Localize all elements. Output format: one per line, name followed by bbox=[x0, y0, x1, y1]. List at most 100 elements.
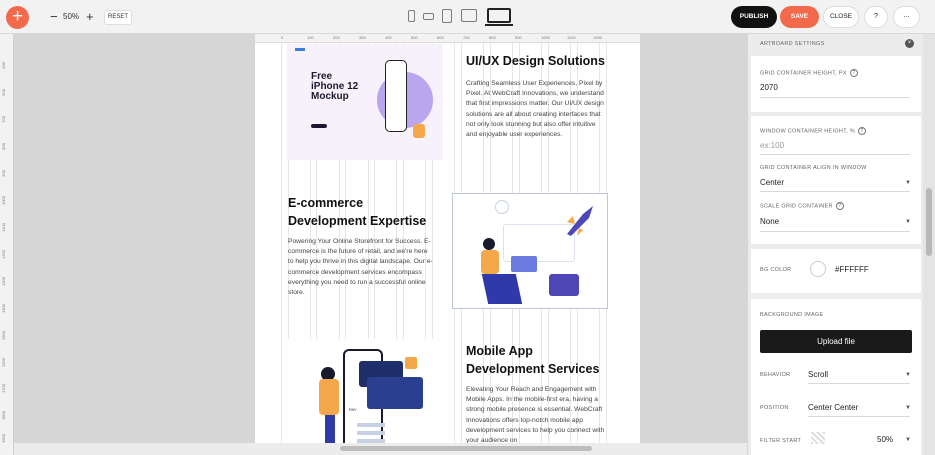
ruler-tick: 1100 bbox=[567, 35, 576, 40]
grid-height-label-text: GRID CONTAINER HEIGHT, PX bbox=[760, 70, 847, 77]
input-underline bbox=[760, 97, 910, 98]
mockup-heading: Free iPhone 12 Mockup bbox=[311, 72, 358, 102]
window-height-label-text: WINDOW CONTAINER HEIGHT, % bbox=[760, 128, 856, 135]
ruler-tick: 300 bbox=[359, 35, 366, 40]
mockup-line: Mockup bbox=[311, 91, 349, 102]
ruler-tick: 900 bbox=[1, 170, 6, 177]
ruler-tick: 100 bbox=[307, 35, 314, 40]
color-swatch[interactable] bbox=[810, 261, 826, 277]
align-select[interactable]: Center bbox=[760, 178, 784, 187]
desktop-icon[interactable] bbox=[487, 8, 511, 23]
coins-icon bbox=[413, 124, 425, 138]
ruler-tick: 1900 bbox=[1, 434, 6, 443]
reset-zoom-button[interactable]: RESET bbox=[104, 10, 132, 25]
ruler-tick: 400 bbox=[385, 35, 392, 40]
grid-height-section: GRID CONTAINER HEIGHT, PX? 2070 bbox=[751, 56, 921, 112]
close-panel-icon[interactable]: × bbox=[905, 39, 914, 48]
horizontal-scroll-thumb[interactable] bbox=[340, 446, 592, 451]
credit-card-back-icon bbox=[367, 377, 423, 409]
pay-label: PAY bbox=[349, 407, 357, 412]
ecommerce-heading-line: Development Expertise bbox=[288, 214, 427, 228]
iphone-mockup-image[interactable]: Free iPhone 12 Mockup bbox=[287, 44, 443, 160]
info-icon[interactable]: ? bbox=[835, 202, 844, 210]
panel-header: ARTBOARD SETTINGS × bbox=[751, 34, 921, 52]
chevron-down-icon: ▼ bbox=[905, 405, 911, 411]
person-legs bbox=[481, 274, 523, 304]
phone-landscape-icon[interactable] bbox=[423, 13, 434, 20]
ruler-tick: 700 bbox=[1, 116, 6, 123]
grid-height-input[interactable]: 2070 bbox=[760, 83, 778, 92]
list-line bbox=[357, 431, 385, 435]
horizontal-ruler: 0 100 200 300 400 500 600 700 800 900 10… bbox=[255, 34, 640, 43]
behavior-select[interactable]: Scroll bbox=[808, 370, 828, 379]
bg-color-label: BG COLOR bbox=[760, 267, 792, 273]
ruler-tick: 1100 bbox=[1, 223, 6, 232]
ruler-tick: 1000 bbox=[1, 196, 6, 205]
ruler-tick: 1500 bbox=[1, 331, 6, 340]
ruler-tick: 1200 bbox=[1, 250, 6, 259]
mockup-cta bbox=[311, 124, 327, 128]
scale-label: SCALE GRID CONTAINER? bbox=[760, 202, 844, 210]
tablet-landscape-icon[interactable] bbox=[461, 9, 477, 22]
input-underline bbox=[808, 383, 910, 384]
ecommerce-heading: E-commerce Development Expertise bbox=[288, 194, 426, 230]
panel-title: ARTBOARD SETTINGS bbox=[760, 41, 825, 47]
rocket-icon bbox=[567, 206, 593, 236]
input-underline bbox=[808, 416, 910, 417]
ruler-tick: 800 bbox=[1, 143, 6, 150]
zoom-out-button[interactable]: − bbox=[50, 10, 58, 24]
checkmark-icon bbox=[405, 357, 417, 369]
rocket-illustration[interactable] bbox=[452, 193, 608, 309]
ruler-tick: 1600 bbox=[1, 358, 6, 367]
ruler-tick: 1800 bbox=[1, 411, 6, 420]
scale-label-text: SCALE GRID CONTAINER bbox=[760, 203, 833, 210]
align-label: GRID CONTAINER ALIGN IN WINDOW bbox=[760, 165, 867, 171]
mobile-app-heading: Mobile App Development Services bbox=[466, 342, 599, 378]
mockup-logo bbox=[295, 48, 305, 51]
bg-color-section: BG COLOR #FFFFFF bbox=[751, 249, 921, 293]
chevron-down-icon: ▼ bbox=[905, 180, 911, 186]
grid-column-line bbox=[281, 43, 282, 443]
phone-icon bbox=[385, 60, 407, 132]
chart-card-icon bbox=[549, 274, 579, 296]
mobile-payment-illustration[interactable]: PAY bbox=[287, 339, 443, 443]
filter-value[interactable]: 50% bbox=[877, 435, 893, 444]
bg-image-label: BACKGROUND IMAGE bbox=[760, 312, 824, 318]
position-select[interactable]: Center Center bbox=[808, 403, 858, 412]
save-button[interactable]: SAVE bbox=[780, 6, 819, 28]
bg-color-value[interactable]: #FFFFFF bbox=[835, 265, 869, 274]
top-toolbar: + − 50% + RESET PUBLISH SAVE CLOSE ? ... bbox=[0, 0, 935, 34]
window-height-input[interactable]: ex:100 bbox=[760, 141, 784, 150]
info-icon[interactable]: ? bbox=[858, 127, 867, 135]
mobile-heading-line: Mobile App bbox=[466, 344, 533, 358]
info-icon[interactable]: ? bbox=[849, 69, 858, 77]
grid-height-label: GRID CONTAINER HEIGHT, PX? bbox=[760, 69, 858, 77]
help-button[interactable]: ? bbox=[864, 6, 888, 28]
phone-portrait-icon[interactable] bbox=[408, 10, 415, 22]
ecommerce-paragraph: Powering Your Online Storefront for Succ… bbox=[288, 238, 433, 297]
ruler-tick: 1300 bbox=[1, 277, 6, 286]
list-line bbox=[357, 423, 385, 427]
tablet-portrait-icon[interactable] bbox=[442, 9, 452, 23]
ruler-tick: 1700 bbox=[1, 384, 6, 393]
publish-button[interactable]: PUBLISH bbox=[731, 6, 777, 28]
ruler-tick: 900 bbox=[515, 35, 522, 40]
upload-file-button[interactable]: Upload file bbox=[760, 330, 912, 353]
input-underline bbox=[760, 191, 910, 192]
mobile-app-paragraph: Elevating Your Reach and Engagement with… bbox=[466, 386, 605, 443]
close-button[interactable]: CLOSE bbox=[823, 6, 859, 28]
checker-swatch[interactable] bbox=[811, 432, 825, 444]
more-button[interactable]: ... bbox=[893, 6, 920, 28]
ruler-tick: 500 bbox=[1, 62, 6, 69]
behavior-label: BEHAVIOR bbox=[760, 372, 791, 378]
vertical-scroll-thumb[interactable] bbox=[926, 188, 932, 256]
add-element-button[interactable]: + bbox=[6, 6, 29, 29]
person-body bbox=[319, 379, 339, 415]
zoom-in-button[interactable]: + bbox=[86, 10, 94, 24]
uiux-paragraph: Crafting Seamless User Experiences, Pixe… bbox=[466, 80, 604, 139]
ruler-tick: 1000 bbox=[541, 35, 550, 40]
ruler-tick: 700 bbox=[463, 35, 470, 40]
scale-select[interactable]: None bbox=[760, 217, 779, 226]
ruler-tick: 800 bbox=[489, 35, 496, 40]
artboard-canvas[interactable]: 0 100 200 300 400 500 600 700 800 900 10… bbox=[255, 34, 640, 443]
